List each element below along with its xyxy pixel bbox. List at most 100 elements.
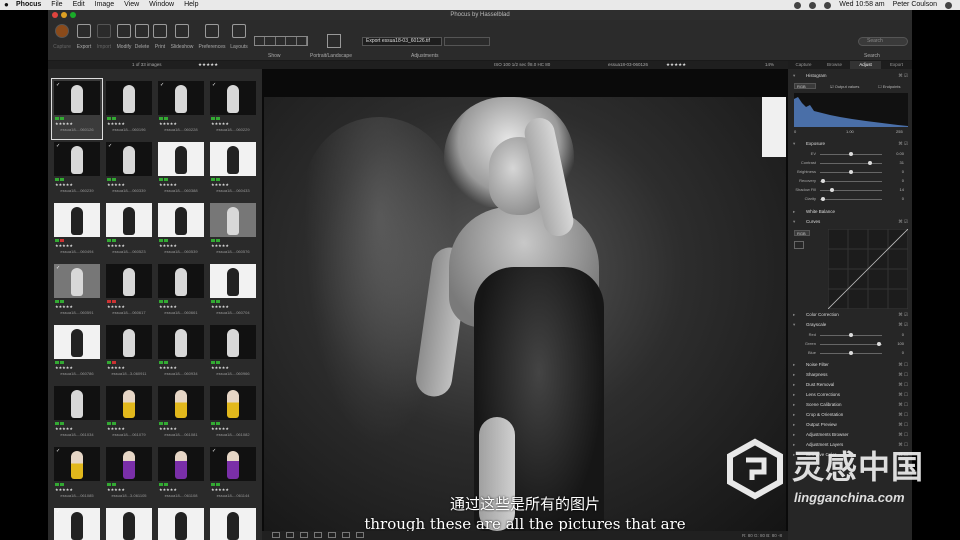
thumbnail-rating[interactable]: ★★★★★ — [211, 182, 229, 187]
thumbnail-item[interactable]: ★★★★★ essua18-...060661 — [156, 262, 206, 322]
close-window-icon[interactable] — [52, 12, 58, 18]
output-values-checkbox[interactable]: ☑ Output values — [830, 84, 859, 89]
thumbnail-rating[interactable]: ★★★★★ — [159, 426, 177, 431]
show-view-group[interactable] — [254, 36, 308, 46]
preferences-button[interactable]: Preferences — [198, 24, 226, 50]
thumbnail-rating[interactable]: ★★★★★ — [107, 121, 125, 126]
chevron-right-icon[interactable]: ▸ — [793, 401, 795, 409]
thumbnail-item[interactable]: ✓ ★★★★★ essua18-...060339 — [104, 140, 154, 200]
thumbnail-item[interactable]: ✓ ★★★★★ essua18-...060229 — [208, 79, 258, 139]
thumbnail-item[interactable]: ★★★★★ essua18-...061082 — [208, 384, 258, 444]
export-filename-field[interactable]: Export essua18-03_60126.tif — [362, 37, 442, 46]
histogram-channel-select[interactable]: RGB — [794, 83, 816, 89]
thumbnail-item[interactable]: ★★★★★ essua18-...060934 — [156, 323, 206, 383]
thumbnail-item[interactable]: ★★★★★ essua18-...060704 — [208, 262, 258, 322]
histogram-tool-header[interactable]: ▾ Histogram ⌘ ☑ — [790, 72, 910, 80]
slider-handle[interactable] — [821, 179, 826, 183]
thumbnail-item[interactable]: ★★★★★essua18-...061273 — [208, 506, 258, 540]
tool-header[interactable]: ▸ Lens Corrections ⌘ ☐ — [790, 391, 910, 399]
tool-options-icon[interactable]: ⌘ ☑ — [898, 72, 908, 80]
slider-handle[interactable] — [876, 342, 881, 346]
thumbnail-rating[interactable]: ★★★★★ — [107, 304, 125, 309]
menu-user[interactable]: Peter Coulson — [893, 0, 937, 10]
slider-handle[interactable] — [849, 170, 853, 174]
slider-value[interactable]: 0 — [902, 331, 904, 339]
spotlight-icon[interactable] — [945, 1, 952, 9]
thumbnail-rating[interactable]: ★★★★★ — [107, 365, 125, 370]
thumbnail-item[interactable]: ★★★★★essua18-...061184 — [104, 506, 154, 540]
menu-edit[interactable]: Edit — [73, 0, 85, 10]
zoom-level[interactable]: 14% — [765, 61, 774, 69]
thumbnail-rating[interactable]: ★★★★★ — [211, 243, 229, 248]
thumbnail-item[interactable]: ★★★★★essua18-...061271 — [156, 506, 206, 540]
tab-browse[interactable]: Browse — [819, 61, 850, 69]
current-rating[interactable]: ★★★★★ — [666, 61, 686, 69]
thumbnail-item[interactable]: ✓ ★★★★★ essua18-...061144 — [208, 445, 258, 505]
tool-header[interactable]: ▸ Sharpness ⌘ ☐ — [790, 371, 910, 379]
thumbnail-rating[interactable]: ★★★★★ — [211, 121, 229, 126]
chevron-down-icon[interactable]: ▾ — [793, 72, 795, 80]
chevron-right-icon[interactable]: ▸ — [793, 361, 795, 369]
curves-graph[interactable] — [828, 229, 908, 309]
thumbnail-rating[interactable]: ★★★★★ — [55, 304, 73, 309]
eyedropper-icon[interactable] — [794, 241, 804, 249]
battery-icon[interactable] — [824, 1, 832, 9]
thumbnail-item[interactable]: ★★★★★ essua18-...060576 — [208, 201, 258, 261]
endpoints-checkbox[interactable]: ☐ Endpoints — [878, 84, 901, 89]
menu-window[interactable]: Window — [149, 0, 174, 10]
pan-tool-icon[interactable] — [342, 532, 350, 538]
thumbnail-item[interactable]: ✓★★★★★essua18...3-061179 — [52, 506, 102, 540]
tab-adjust[interactable]: Adjust — [850, 61, 881, 69]
curves-channel-select[interactable]: RGB — [794, 230, 810, 236]
slider-value[interactable]: 0 — [902, 349, 904, 357]
chevron-down-icon[interactable]: ▾ — [793, 321, 795, 329]
thumbnail-item[interactable]: ✓ ★★★★★ essua18-...060228 — [156, 79, 206, 139]
single-view-icon[interactable] — [286, 532, 294, 538]
thumbnail-item[interactable]: ★★★★★ essua18-...060539 — [156, 201, 206, 261]
slider-handle[interactable] — [867, 161, 872, 165]
thumbnail-item[interactable]: ★★★★★ essua18-...060786 — [52, 323, 102, 383]
slideshow-button[interactable]: Slideshow — [168, 24, 196, 50]
tool-header[interactable]: ▸ Dust Removal ⌘ ☐ — [790, 381, 910, 389]
chevron-right-icon[interactable]: ▸ — [793, 311, 795, 319]
thumbnail-rating[interactable]: ★★★★★ — [159, 243, 177, 248]
chevron-right-icon[interactable]: ▸ — [793, 411, 795, 419]
crop-tool-icon[interactable] — [300, 532, 308, 538]
thumbnail-rating[interactable]: ★★★★★ — [211, 487, 229, 492]
thumbnail-item[interactable]: ★★★★★ essua18-...060617 — [104, 262, 154, 322]
thumbnail-item[interactable]: ★★★★★ essua18-...061034 — [52, 384, 102, 444]
tool-header[interactable]: ▸ Crop & Orientation ⌘ ☐ — [790, 411, 910, 419]
slider-track[interactable] — [820, 163, 882, 164]
tool-options-icon[interactable]: ⌘ ☑ — [898, 218, 908, 226]
thumbnail-rating[interactable]: ★★★★★ — [159, 121, 177, 126]
chevron-right-icon[interactable]: ▸ — [793, 391, 795, 399]
thumbnail-item[interactable]: ✓ ★★★★★ essua18-...060239 — [52, 140, 102, 200]
menu-view[interactable]: View — [124, 0, 139, 10]
zoom-window-icon[interactable] — [70, 12, 76, 18]
thumbnail-item[interactable]: ★★★★★ essua18-...060433 — [208, 140, 258, 200]
tool-options-icon[interactable]: ⌘ ☐ — [898, 411, 908, 419]
chevron-right-icon[interactable]: ▸ — [793, 421, 795, 429]
white-balance-tool-header[interactable]: ▸ White Balance — [790, 208, 910, 216]
brush-tool-icon[interactable] — [328, 532, 336, 538]
chevron-right-icon[interactable]: ▸ — [793, 208, 795, 216]
thumbnail-rating[interactable]: ★★★★★ — [211, 365, 229, 370]
menu-help[interactable]: Help — [184, 0, 198, 10]
tab-capture[interactable]: Capture — [788, 61, 819, 69]
status-icon[interactable] — [794, 1, 802, 9]
grid-view-icon[interactable] — [272, 532, 280, 538]
minimize-window-icon[interactable] — [61, 12, 67, 18]
thumbnail-rating[interactable]: ★★★★★ — [159, 365, 177, 370]
tab-export[interactable]: Export — [881, 61, 912, 69]
thumbnail-item[interactable]: ★★★★★ essua18-...060523 — [104, 201, 154, 261]
filter-stars[interactable]: ★★★★★ — [198, 61, 218, 69]
slider-track[interactable] — [820, 190, 882, 191]
slider-value[interactable]: 100 — [897, 340, 904, 348]
portrait-landscape-icon[interactable] — [327, 34, 341, 48]
wifi-icon[interactable] — [809, 1, 817, 9]
tool-header[interactable]: ▸ Output Preview ⌘ ☐ — [790, 421, 910, 429]
thumbnail-item[interactable]: ★★★★★ essua18-...060196 — [104, 79, 154, 139]
adjustments-buttons[interactable] — [444, 37, 490, 46]
grayscale-tool-header[interactable]: ▾ Grayscale ⌘ ☑ — [790, 321, 910, 329]
thumbnail-item[interactable]: ★★★★★ essua18-...061108 — [156, 445, 206, 505]
